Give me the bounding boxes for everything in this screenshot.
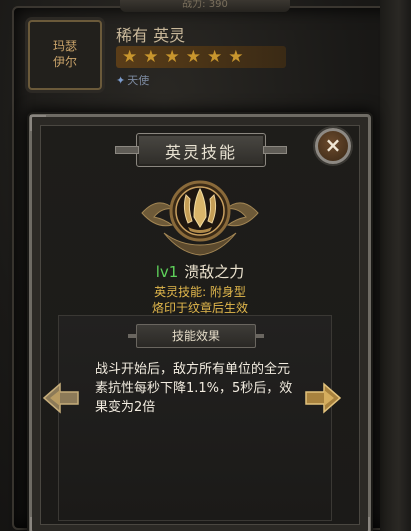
- skill-heading: lv1 溃敌之力: [32, 261, 368, 282]
- hero-portrait[interactable]: 玛瑟 伊尔: [28, 20, 102, 90]
- next-skill-arrow-icon[interactable]: [304, 381, 342, 415]
- background-side-strip: [380, 0, 411, 531]
- skill-effect-panel: 技能效果 战斗开始后，敌方所有单位的全元素抗性每秒下降1.1%，5秒后，效果变为…: [58, 315, 332, 521]
- skill-effect-header: 技能效果: [128, 324, 264, 348]
- skill-activation-condition: 烙印于纹章后生效: [151, 301, 248, 315]
- skill-name: 溃敌之力: [184, 263, 245, 281]
- hero-rarity-title: 稀有 英灵: [116, 26, 186, 45]
- close-button[interactable]: ×: [315, 128, 351, 164]
- hero-star-rating: ★★★★★★: [116, 46, 286, 68]
- hero-class-label: 天使: [127, 74, 150, 87]
- skill-type: 英灵技能: 附身型: [154, 285, 246, 299]
- previous-skill-arrow-icon[interactable]: [42, 381, 80, 415]
- close-icon: ×: [324, 133, 342, 157]
- skill-emblem-icon: [141, 180, 259, 256]
- hero-class: ✦ 天使: [116, 72, 149, 88]
- skill-info-modal: 英灵技能 × lv1 溃敌之力 英灵技能: 附身型 烙印于纹章后生效 技能效果: [29, 114, 371, 531]
- hero-portrait-name: 玛瑟 伊尔: [52, 39, 77, 69]
- modal-title: 英灵技能: [164, 143, 237, 162]
- skill-level: lv1: [155, 263, 179, 281]
- angel-wings-icon: ✦: [116, 74, 126, 87]
- skill-effect-description: 战斗开始后，敌方所有单位的全元素抗性每秒下降1.1%，5秒后，效果变为2倍: [95, 362, 293, 415]
- modal-title-plate: 英灵技能: [115, 133, 287, 167]
- game-screen: 战力: 390 玛瑟 伊尔 稀有 英灵 ★★★★★★ ✦天使 ... 英灵技能 …: [0, 0, 411, 531]
- power-bar: 战力: 390: [120, 0, 290, 12]
